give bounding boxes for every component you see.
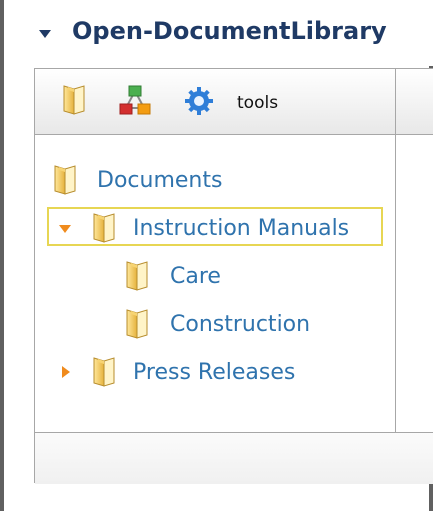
folder-icon[interactable]: [62, 83, 86, 117]
toolbar: tools: [35, 69, 396, 135]
status-bar: [35, 433, 433, 484]
window-title-bar: Open-DocumentLibrary: [8, 0, 433, 66]
network-icon[interactable]: [118, 84, 152, 118]
gear-icon[interactable]: [184, 86, 214, 116]
toolbar-extension: [396, 69, 433, 135]
tree-item-label: Care: [170, 264, 221, 289]
tree-item-label: Documents: [97, 168, 223, 193]
tools-label[interactable]: tools: [237, 93, 278, 113]
tree-item-label: Construction: [170, 312, 311, 337]
library-panel: tools Documents Instruction Manuals Care…: [34, 68, 433, 484]
tree-item-construction[interactable]: Construction: [125, 305, 355, 341]
folder-icon: [126, 309, 148, 339]
collapse-arrow-icon[interactable]: [39, 30, 51, 38]
folder-icon: [93, 213, 115, 243]
tree-item-press-releases[interactable]: Press Releases: [53, 353, 373, 389]
window-title: Open-DocumentLibrary: [72, 17, 387, 45]
tree-item-instruction-manuals[interactable]: Instruction Manuals: [53, 209, 383, 245]
tree-item-documents[interactable]: Documents: [53, 161, 273, 197]
folder-icon: [54, 165, 76, 195]
folder-icon: [126, 261, 148, 291]
tree-item-care[interactable]: Care: [125, 257, 295, 293]
chevron-down-icon[interactable]: [58, 224, 72, 234]
tree-item-label: Instruction Manuals: [133, 216, 350, 241]
folder-icon: [93, 357, 115, 387]
document-library-window: Open-DocumentLibrary tools Documents Ins…: [0, 0, 433, 511]
tree-item-label: Press Releases: [133, 360, 296, 385]
chevron-right-icon[interactable]: [61, 365, 71, 379]
details-panel: [396, 135, 433, 433]
